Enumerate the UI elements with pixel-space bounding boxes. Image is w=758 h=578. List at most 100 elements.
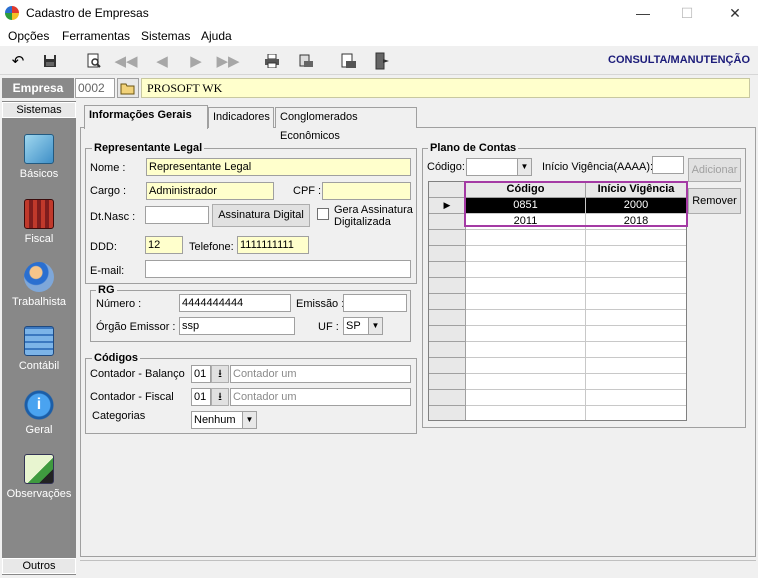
previous-record-icon[interactable]: ◀ — [150, 50, 174, 72]
exit-icon[interactable] — [370, 50, 394, 72]
report-icon[interactable] — [294, 50, 318, 72]
empresa-name-field[interactable]: PROSOFT WK — [141, 78, 750, 98]
table-cell[interactable] — [586, 358, 686, 374]
table-cell[interactable] — [466, 326, 586, 342]
table-cell[interactable] — [586, 310, 686, 326]
table-cell[interactable] — [586, 326, 686, 342]
cpf-field[interactable] — [322, 182, 411, 200]
table-cell[interactable] — [466, 278, 586, 294]
remover-button[interactable]: Remover — [688, 188, 741, 214]
table-cell[interactable] — [586, 294, 686, 310]
empresa-code-field[interactable]: 0002 — [75, 78, 115, 98]
table-cell[interactable] — [466, 230, 586, 246]
table-cell[interactable] — [466, 374, 586, 390]
gera-assinatura-label: Gera Assinatura Digitalizada — [334, 204, 413, 228]
gera-assinatura-checkbox[interactable] — [317, 208, 329, 220]
fiscal-lookup-button[interactable]: ⭳ — [211, 388, 229, 406]
email-label: E-mail: — [90, 265, 125, 277]
table-cell[interactable] — [466, 390, 586, 406]
dtnasc-label: Dt.Nasc : — [90, 211, 136, 223]
inicio-vigencia-field[interactable] — [652, 156, 684, 174]
tab-conglomerados[interactable]: Conglomerados Econômicos — [275, 107, 417, 142]
print-icon[interactable] — [260, 50, 284, 72]
chevron-down-icon: ▼ — [517, 159, 531, 175]
undo-icon[interactable]: ↶ — [6, 50, 30, 72]
numero-label: Número : — [96, 298, 142, 310]
status-bar — [80, 560, 756, 575]
save-icon[interactable] — [38, 50, 62, 72]
cpf-label: CPF : — [293, 185, 322, 197]
menu-opcoes[interactable]: Opções — [8, 29, 49, 43]
table-cell[interactable] — [466, 406, 586, 420]
sidebar-item-contabil[interactable]: Contábil — [2, 326, 76, 372]
table-cell[interactable] — [586, 230, 686, 246]
table-cell[interactable] — [466, 342, 586, 358]
mode-label: CONSULTA/MANUTENÇÃO — [608, 54, 750, 66]
uf-select[interactable]: SP ▼ — [343, 317, 383, 335]
adicionar-button[interactable]: Adicionar — [688, 158, 741, 182]
table-cell[interactable] — [586, 390, 686, 406]
tools-icon[interactable] — [336, 50, 360, 72]
sidebar-item-fiscal[interactable]: Fiscal — [2, 199, 76, 245]
email-field[interactable] — [145, 260, 411, 278]
table-cell[interactable] — [466, 246, 586, 262]
table-cell[interactable] — [586, 246, 686, 262]
rg-numero-field[interactable]: 4444444444 — [179, 294, 291, 312]
next-record-icon[interactable]: ▶ — [184, 50, 208, 72]
notes-icon — [24, 454, 54, 484]
tab-informacoes-gerais[interactable]: Informações Gerais — [84, 105, 208, 129]
orgao-emissor-field[interactable]: ssp — [179, 317, 295, 335]
trabalhista-icon — [24, 262, 54, 292]
plano-codigo-label: Código: — [427, 161, 465, 173]
table-cell[interactable] — [466, 358, 586, 374]
inicio-vigencia-label: Início Vigência(AAAA): — [542, 161, 654, 173]
menu-ajuda[interactable]: Ajuda — [201, 29, 232, 43]
tab-indicadores[interactable]: Indicadores — [208, 107, 274, 128]
table-cell[interactable] — [586, 374, 686, 390]
balanco-code-field[interactable]: 01 — [191, 365, 211, 383]
cargo-field[interactable]: Administrador — [146, 182, 274, 200]
table-cell[interactable] — [586, 262, 686, 278]
row-indicator — [429, 294, 466, 310]
open-folder-button[interactable] — [117, 78, 139, 98]
menu-sistemas[interactable]: Sistemas — [141, 29, 190, 43]
telefone-field[interactable]: 1111111111 — [237, 236, 309, 254]
sidebar-header-sistemas[interactable]: Sistemas — [2, 102, 76, 118]
sidebar-item-basicos[interactable]: Básicos — [2, 134, 76, 180]
balanco-lookup-button[interactable]: ⭳ — [211, 365, 229, 383]
plano-codigo-select[interactable]: ▼ — [466, 158, 532, 176]
emissao-field[interactable] — [343, 294, 407, 312]
window-title: Cadastro de Empresas — [26, 6, 149, 20]
folder-icon — [120, 83, 135, 94]
close-button[interactable]: ✕ — [712, 0, 758, 26]
table-cell[interactable] — [466, 310, 586, 326]
balanco-contador-field[interactable]: Contador um — [230, 365, 411, 383]
table-cell[interactable] — [586, 278, 686, 294]
telefone-label: Telefone: — [189, 241, 234, 253]
fiscal-contador-field[interactable]: Contador um — [230, 388, 411, 406]
assinatura-digital-button[interactable]: Assinatura Digital — [212, 204, 310, 227]
ddd-label: DDD: — [90, 241, 117, 253]
preview-icon[interactable] — [82, 50, 106, 72]
menu-ferramentas[interactable]: Ferramentas — [62, 29, 130, 43]
table-cell[interactable] — [466, 294, 586, 310]
table-cell[interactable] — [586, 406, 686, 420]
sidebar-item-trabalhista[interactable]: Trabalhista — [2, 262, 76, 308]
row-indicator — [429, 374, 466, 390]
nome-field[interactable]: Representante Legal — [146, 158, 411, 176]
first-record-icon[interactable]: ◀◀ — [114, 50, 138, 72]
sidebar-footer-outros[interactable]: Outros — [2, 558, 76, 574]
dtnasc-field[interactable] — [145, 206, 209, 224]
ddd-field[interactable]: 12 — [145, 236, 183, 254]
maximize-button[interactable]: ☐ — [664, 0, 710, 26]
categorias-select[interactable]: Nenhum ▼ — [191, 411, 257, 429]
sidebar-item-observacoes[interactable]: Observações — [2, 454, 76, 500]
last-record-icon[interactable]: ▶▶ — [216, 50, 240, 72]
plano-title: Plano de Contas — [428, 142, 519, 154]
row-indicator — [429, 278, 466, 294]
minimize-button[interactable]: — — [620, 0, 666, 26]
fiscal-code-field[interactable]: 01 — [191, 388, 211, 406]
sidebar-item-geral[interactable]: i Geral — [2, 390, 76, 436]
table-cell[interactable] — [466, 262, 586, 278]
table-cell[interactable] — [586, 342, 686, 358]
